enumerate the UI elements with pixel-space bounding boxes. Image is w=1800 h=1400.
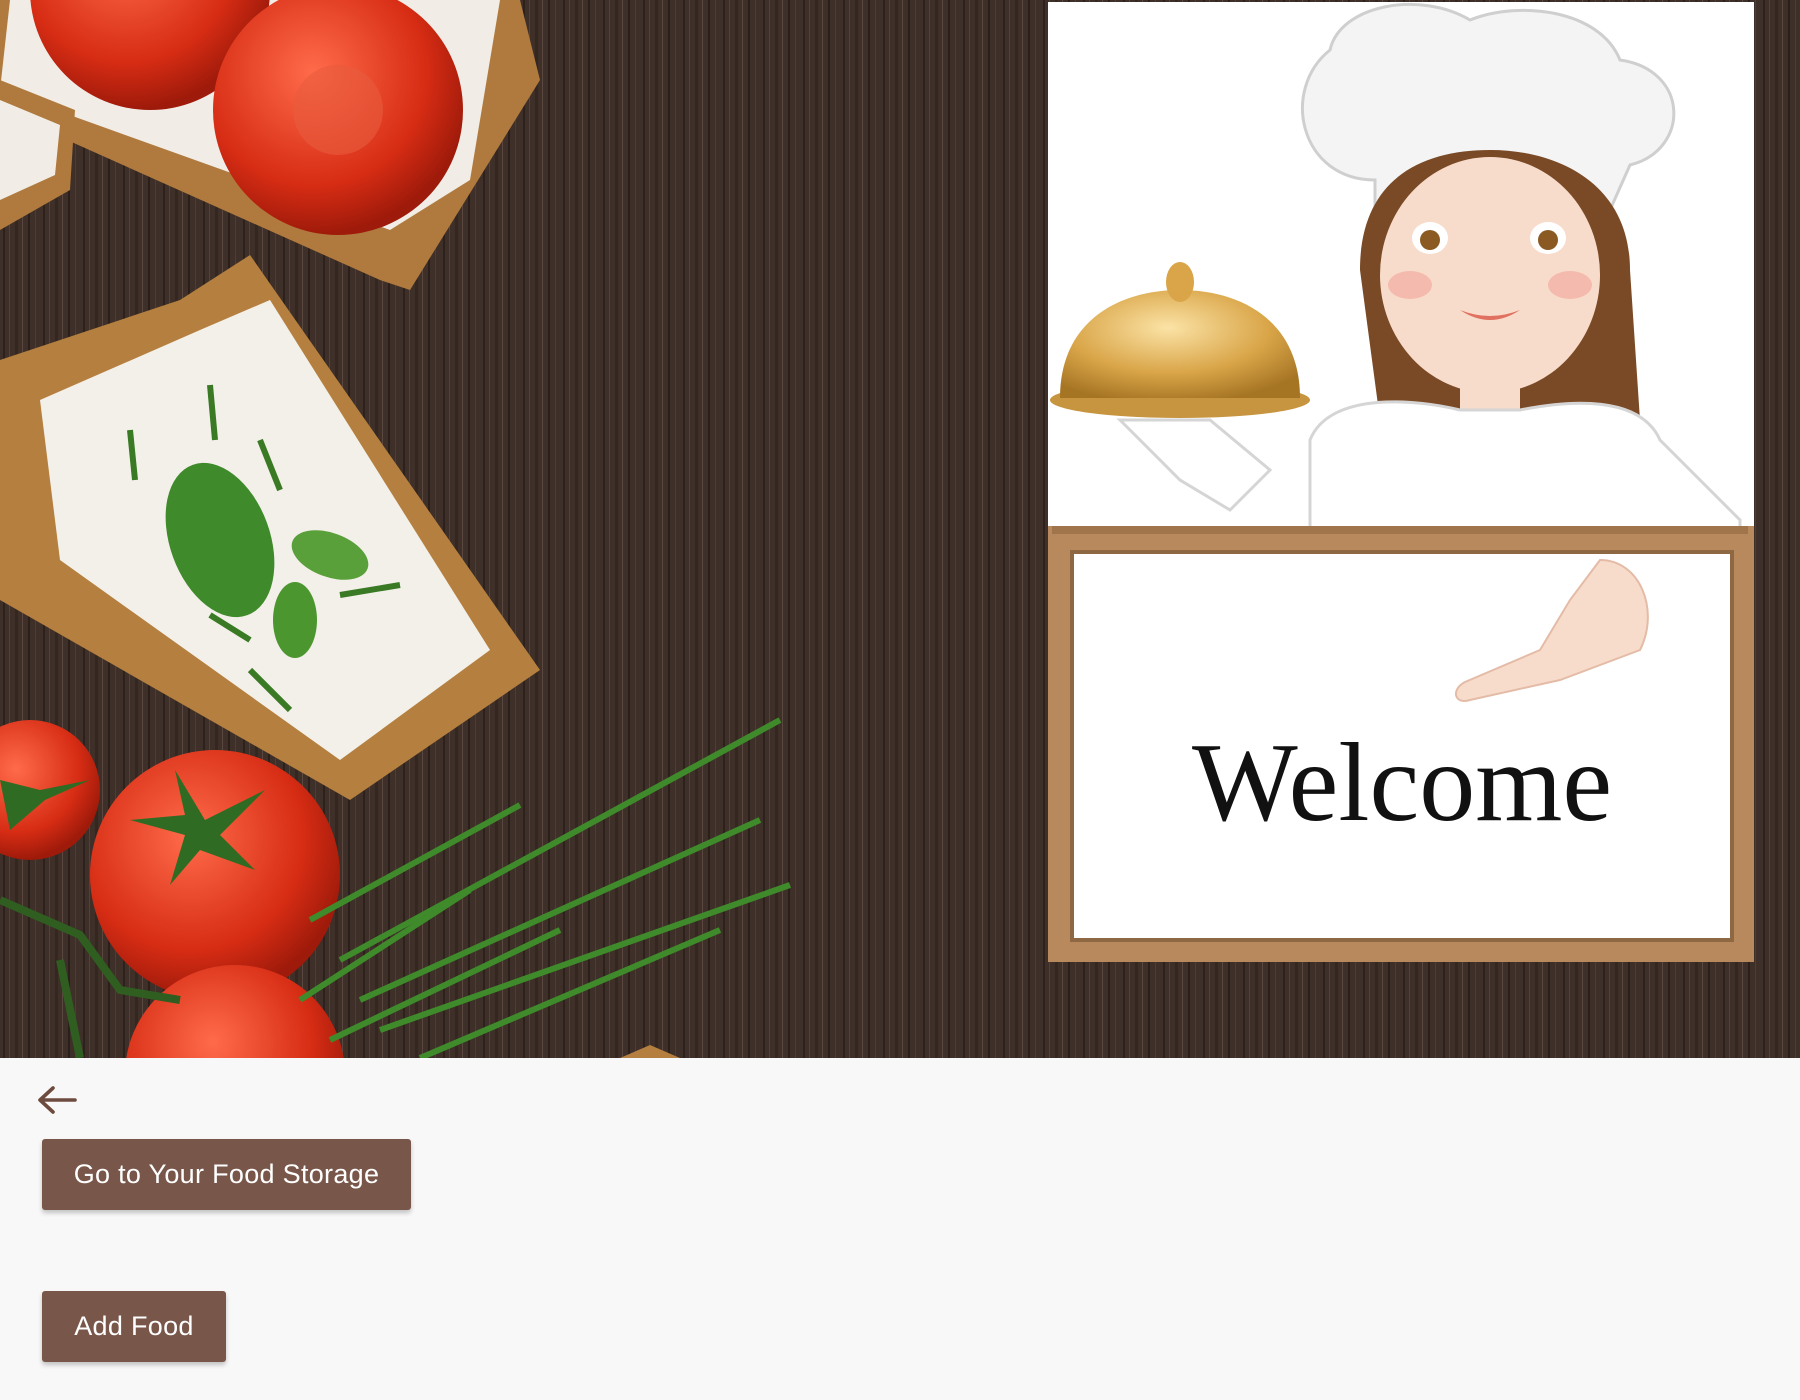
go-to-food-storage-button[interactable]: Go to Your Food Storage — [42, 1139, 411, 1210]
content-area — [0, 1058, 1800, 1400]
chef-welcome-illustration: Welcome — [1048, 2, 1754, 962]
add-food-button[interactable]: Add Food — [42, 1291, 226, 1362]
hero-image: Welcome — [0, 0, 1800, 1058]
hero-banner: Welcome — [0, 0, 1800, 1058]
welcome-sign-text: Welcome — [1192, 721, 1612, 845]
arrow-left-icon — [38, 1086, 77, 1114]
back-button[interactable] — [32, 1078, 80, 1122]
